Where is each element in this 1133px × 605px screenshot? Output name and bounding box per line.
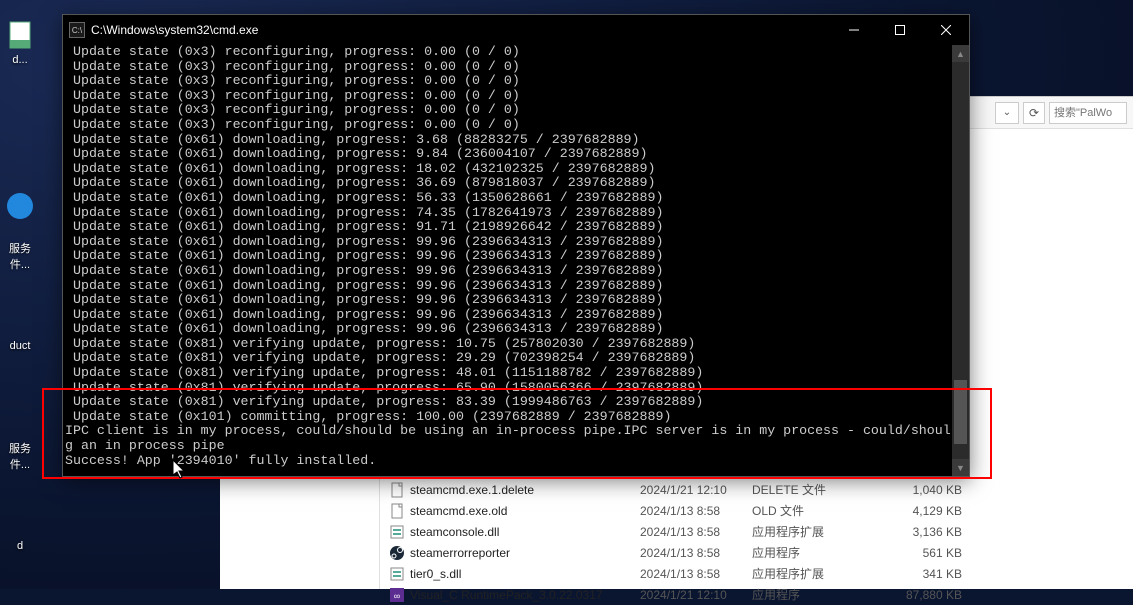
file-type: DELETE 文件 — [752, 481, 882, 498]
file-row[interactable]: steamconsole.dll2024/1/13 8:58应用程序扩展3,13… — [380, 521, 1133, 542]
file-icon — [388, 524, 406, 540]
app-icon — [4, 190, 36, 222]
desktop-icon[interactable] — [0, 190, 40, 224]
file-name: tier0_s.dll — [410, 567, 640, 581]
cmd-window[interactable]: C:\ C:\Windows\system32\cmd.exe Update s… — [62, 14, 970, 477]
scroll-up-button[interactable]: ▲ — [952, 45, 969, 62]
file-icon — [388, 503, 406, 519]
file-name: steamerrorreporter — [410, 546, 640, 560]
chevron-down-icon: ▼ — [956, 463, 965, 473]
desktop-icon[interactable]: 服务 件... — [0, 240, 40, 272]
file-row[interactable]: steamcmd.exe.1.delete2024/1/21 12:10DELE… — [380, 479, 1133, 500]
file-row[interactable]: steamcmd.exe.old2024/1/13 8:58OLD 文件4,12… — [380, 500, 1133, 521]
file-size: 341 KB — [882, 567, 962, 581]
close-icon — [941, 25, 951, 35]
scroll-down-button[interactable]: ▼ — [952, 459, 969, 476]
desktop-icon[interactable]: 服务 件... — [0, 440, 40, 472]
file-name: steamcmd.exe.1.delete — [410, 483, 640, 497]
maximize-button[interactable] — [877, 15, 923, 45]
chevron-up-icon: ▲ — [956, 49, 965, 59]
file-name: Visual_C RuntimePack_3.0.22.0317 — [410, 588, 640, 602]
file-row[interactable]: ∞ Visual_C RuntimePack_3.0.22.03172024/1/… — [380, 584, 1133, 605]
file-date: 2024/1/21 12:10 — [640, 483, 752, 497]
file-size: 87,880 KB — [882, 588, 962, 602]
file-size: 1,040 KB — [882, 483, 962, 497]
close-button[interactable] — [923, 15, 969, 45]
file-type: OLD 文件 — [752, 502, 882, 519]
cmd-body[interactable]: Update state (0x3) reconfiguring, progre… — [63, 45, 969, 476]
desktop-icon-label: 服务 件... — [9, 243, 31, 271]
file-row[interactable]: tier0_s.dll2024/1/13 8:58应用程序扩展341 KB — [380, 563, 1133, 584]
cmd-output: Update state (0x3) reconfiguring, progre… — [63, 45, 951, 476]
file-date: 2024/1/21 12:10 — [640, 588, 752, 602]
file-type: 应用程序扩展 — [752, 565, 882, 582]
cmd-titlebar[interactable]: C:\ C:\Windows\system32\cmd.exe — [63, 15, 969, 45]
file-date: 2024/1/13 8:58 — [640, 567, 752, 581]
desktop-icon-label: d... — [12, 54, 27, 66]
maximize-icon — [895, 25, 905, 35]
desktop-icon-label: 服务 件... — [9, 443, 31, 471]
desktop-icon-label: d — [17, 540, 23, 552]
scrollbar-thumb[interactable] — [954, 380, 967, 444]
file-icon — [388, 482, 406, 498]
generic-file-icon — [4, 20, 36, 52]
svg-text:∞: ∞ — [394, 591, 400, 601]
refresh-icon: ⟳ — [1029, 106, 1039, 120]
file-type: 应用程序扩展 — [752, 523, 882, 540]
desktop-icon-label: duct — [10, 340, 31, 352]
file-size: 3,136 KB — [882, 525, 962, 539]
explorer-search-input[interactable] — [1049, 102, 1127, 124]
refresh-button[interactable]: ⟳ — [1023, 102, 1045, 124]
address-dropdown[interactable]: ⌄ — [995, 102, 1019, 124]
file-date: 2024/1/13 8:58 — [640, 525, 752, 539]
file-type: 应用程序 — [752, 544, 882, 561]
desktop-icon[interactable]: d — [0, 540, 40, 552]
cmd-icon: C:\ — [69, 22, 85, 38]
file-date: 2024/1/13 8:58 — [640, 504, 752, 518]
cmd-title-text: C:\Windows\system32\cmd.exe — [91, 23, 831, 37]
file-name: steamconsole.dll — [410, 525, 640, 539]
desktop-icon[interactable]: duct — [0, 340, 40, 352]
desktop-icon[interactable]: d... — [0, 20, 40, 66]
file-icon — [388, 566, 406, 582]
minimize-icon — [849, 25, 859, 35]
file-list: steamcmd.exe.1.delete2024/1/21 12:10DELE… — [380, 479, 1133, 589]
file-icon — [388, 545, 406, 561]
chevron-down-icon: ⌄ — [1003, 107, 1011, 118]
file-row[interactable]: steamerrorreporter2024/1/13 8:58应用程序561 … — [380, 542, 1133, 563]
file-size: 561 KB — [882, 546, 962, 560]
file-name: steamcmd.exe.old — [410, 504, 640, 518]
file-date: 2024/1/13 8:58 — [640, 546, 752, 560]
file-size: 4,129 KB — [882, 504, 962, 518]
minimize-button[interactable] — [831, 15, 877, 45]
cmd-scrollbar[interactable]: ▲ ▼ — [952, 45, 969, 476]
